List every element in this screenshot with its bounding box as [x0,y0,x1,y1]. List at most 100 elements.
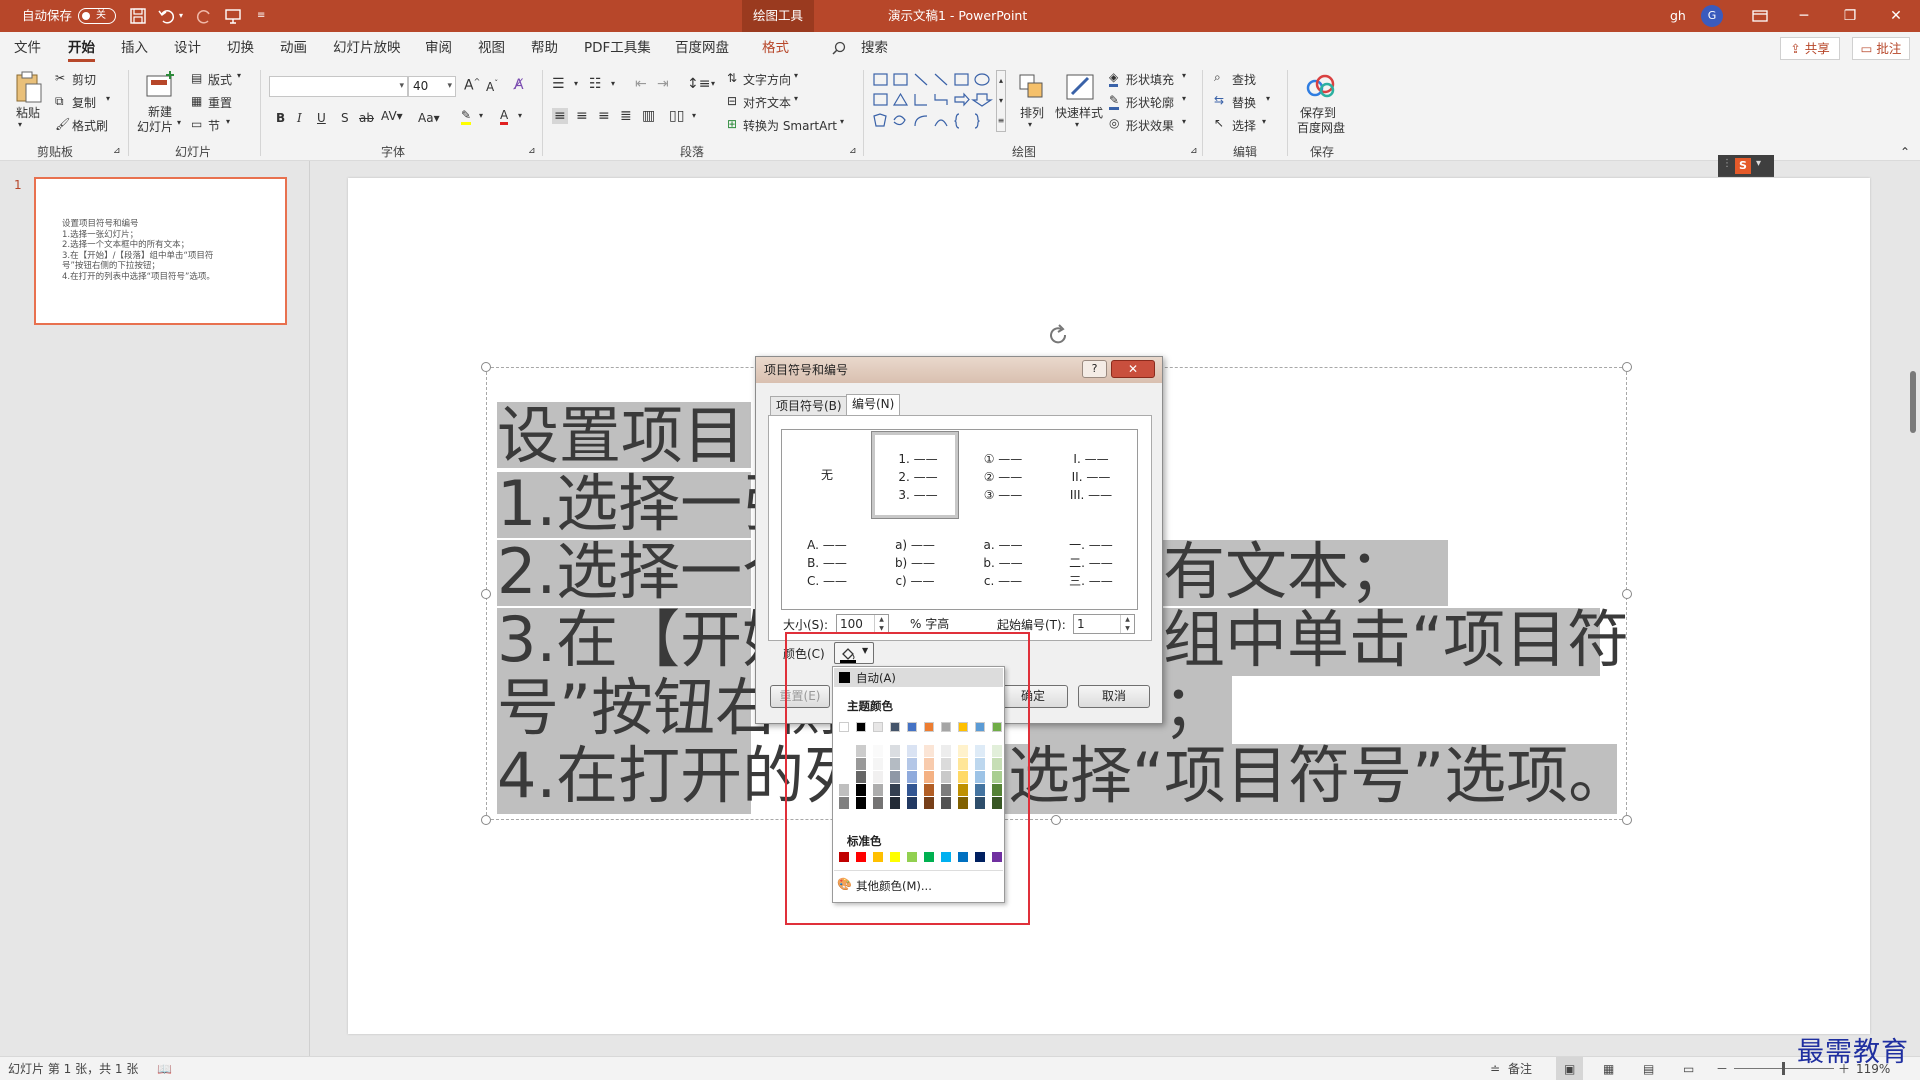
bold-button[interactable]: B [276,111,285,125]
zoom-out-icon[interactable]: － [1716,1057,1728,1080]
ime-toolbar[interactable]: ⋮⋮ S ▾ [1718,155,1774,177]
char-spacing-button[interactable]: AV▾ [381,109,403,123]
arrange-dropdown-icon[interactable]: ▾ [1028,120,1032,129]
line-spacing-dropdown-icon[interactable]: ▾ [711,79,715,88]
replace-button[interactable]: 替换 [1232,94,1256,111]
resize-handle-tr[interactable] [1622,362,1632,372]
text-direction-button[interactable]: 文字方向 [743,71,791,88]
highlight-icon[interactable]: ✎ [461,108,472,125]
notes-button[interactable]: 备注 [1508,1057,1532,1080]
align-text-dropdown-icon[interactable]: ▾ [794,94,798,103]
arrange-icon[interactable] [1017,72,1047,102]
change-case-button[interactable]: Aa▾ [418,111,440,125]
ribbon-display-icon[interactable] [1751,7,1769,25]
share-button[interactable]: ⇪ 共享 [1780,37,1840,60]
section-dropdown-icon[interactable]: ▾ [226,117,230,126]
columns-icon[interactable]: ▯▯ [669,108,684,124]
tab-pdf-tools[interactable]: PDF工具集 [584,32,651,64]
resize-handle-tl[interactable] [481,362,491,372]
numbering-dropdown-icon[interactable]: ▾ [611,79,615,88]
decrease-indent-icon[interactable]: ⇤ [635,76,647,92]
copy-dropdown-icon[interactable]: ▾ [106,94,110,103]
undo-icon[interactable] [158,7,176,25]
increase-indent-icon[interactable]: ⇥ [657,76,669,92]
quick-styles-button[interactable]: 快速样式 [1055,104,1103,121]
arrange-button[interactable]: 排列 [1020,104,1044,121]
tab-baidu-netdisk[interactable]: 百度网盘 [675,32,729,64]
format-painter-button[interactable]: 格式刷 [72,117,108,134]
collapse-ribbon-icon[interactable]: ⌃ [1900,145,1910,159]
tab-design[interactable]: 设计 [174,32,201,64]
cancel-button[interactable]: 取消 [1078,685,1150,708]
baidu-cloud-icon[interactable] [1305,72,1337,100]
line-spacing-icon[interactable]: ↕≡ [687,76,710,92]
zoom-slider-thumb[interactable] [1782,1062,1785,1075]
size-spinner-arrows-icon[interactable]: ▲ ▼ [874,615,888,633]
paste-icon[interactable] [14,70,44,104]
shape-outline-dropdown-icon[interactable]: ▾ [1182,94,1186,103]
align-right-icon[interactable]: ≡ [598,108,610,124]
cut-button[interactable]: 剪切 [72,71,96,88]
shape-fill-dropdown-icon[interactable]: ▾ [1182,71,1186,80]
paste-button[interactable]: 粘贴 [16,104,40,121]
columns-dropdown-icon[interactable]: ▾ [692,111,696,120]
comment-button[interactable]: ▭ 批注 [1852,37,1910,60]
select-button[interactable]: 选择 [1232,117,1256,134]
copy-button[interactable]: 复制 [72,94,96,111]
numbering-icon[interactable]: ☷ [589,76,602,92]
resize-handle-r[interactable] [1622,589,1632,599]
shadow-button[interactable]: S [341,111,349,125]
undo-dropdown-icon[interactable]: ▾ [179,0,183,32]
replace-dropdown-icon[interactable]: ▾ [1266,94,1270,103]
search-icon[interactable] [832,41,846,55]
new-slide-icon[interactable] [144,70,176,100]
help-button[interactable]: ? [1082,360,1107,378]
highlight-dropdown-icon[interactable]: ▾ [479,111,483,120]
select-dropdown-icon[interactable]: ▾ [1262,117,1266,126]
italic-button[interactable]: I [297,111,302,125]
tab-transitions[interactable]: 切换 [227,32,254,64]
font-color-icon[interactable]: A [500,108,509,125]
layout-button[interactable]: 版式 [208,71,232,88]
decrease-font-icon[interactable]: Aˇ [486,79,498,94]
redo-icon[interactable] [195,7,213,25]
shapes-scroll-icon[interactable]: ▴ ▾ ≡ [996,70,1006,132]
numbering-option-circled[interactable]: ① —— ② —— ③ —— [960,432,1046,518]
shape-fill-button[interactable]: 形状填充 [1126,71,1174,88]
save-icon[interactable] [129,7,147,25]
resize-handle-bl[interactable] [481,815,491,825]
font-color-dropdown-icon[interactable]: ▾ [518,111,522,120]
numbering-option-chinese[interactable]: 一. —— 二. —— 三. —— [1048,522,1134,608]
font-name-combo[interactable]: ▾ [269,76,408,97]
numbering-option-none[interactable]: 无 [784,432,870,518]
customize-qat-icon[interactable]: ≡ [257,0,265,32]
smartart-dropdown-icon[interactable]: ▾ [840,117,844,126]
accessibility-icon[interactable]: 📖 [157,1057,172,1080]
vertical-scrollbar[interactable] [1910,371,1916,433]
resize-handle-br[interactable] [1622,815,1632,825]
tab-review[interactable]: 审阅 [425,32,452,64]
size-spinner[interactable]: 100 ▲ ▼ [836,614,889,634]
underline-button[interactable]: U [317,111,326,125]
distributed-icon[interactable]: ▥ [642,108,655,124]
minimize-button[interactable]: ─ [1781,0,1827,32]
align-left-icon[interactable]: ≡ [552,108,568,124]
shapes-gallery[interactable] [871,70,995,132]
layout-dropdown-icon[interactable]: ▾ [237,71,241,80]
tab-slideshow[interactable]: 幻灯片放映 [333,32,401,64]
numbering-option-arabic[interactable]: 1. —— 2. —— 3. —— [871,431,959,519]
save-to-baidu-label-2[interactable]: 百度网盘 [1297,119,1345,136]
tab-home[interactable]: 开始 [68,32,95,64]
section-button[interactable]: 节 [208,117,220,134]
new-slide-label-2[interactable]: 幻灯片 [137,118,173,135]
tab-format[interactable]: 格式 [762,32,789,64]
numbering-option-upper-alpha[interactable]: A. —— B. —— C. —— [784,522,870,608]
drawing-launcher-icon[interactable]: ⊿ [1190,146,1198,156]
normal-view-icon[interactable]: ▣ [1556,1057,1584,1080]
font-launcher-icon[interactable]: ⊿ [528,146,536,156]
start-at-spinner[interactable]: 1 ▲ ▼ [1073,614,1135,634]
paste-dropdown-icon[interactable]: ▾ [18,120,22,129]
convert-smartart-button[interactable]: 转换为 SmartArt [743,117,837,134]
start-at-spinner-arrows-icon[interactable]: ▲ ▼ [1120,615,1134,633]
tab-bullets[interactable]: 项目符号(B) [770,396,848,416]
